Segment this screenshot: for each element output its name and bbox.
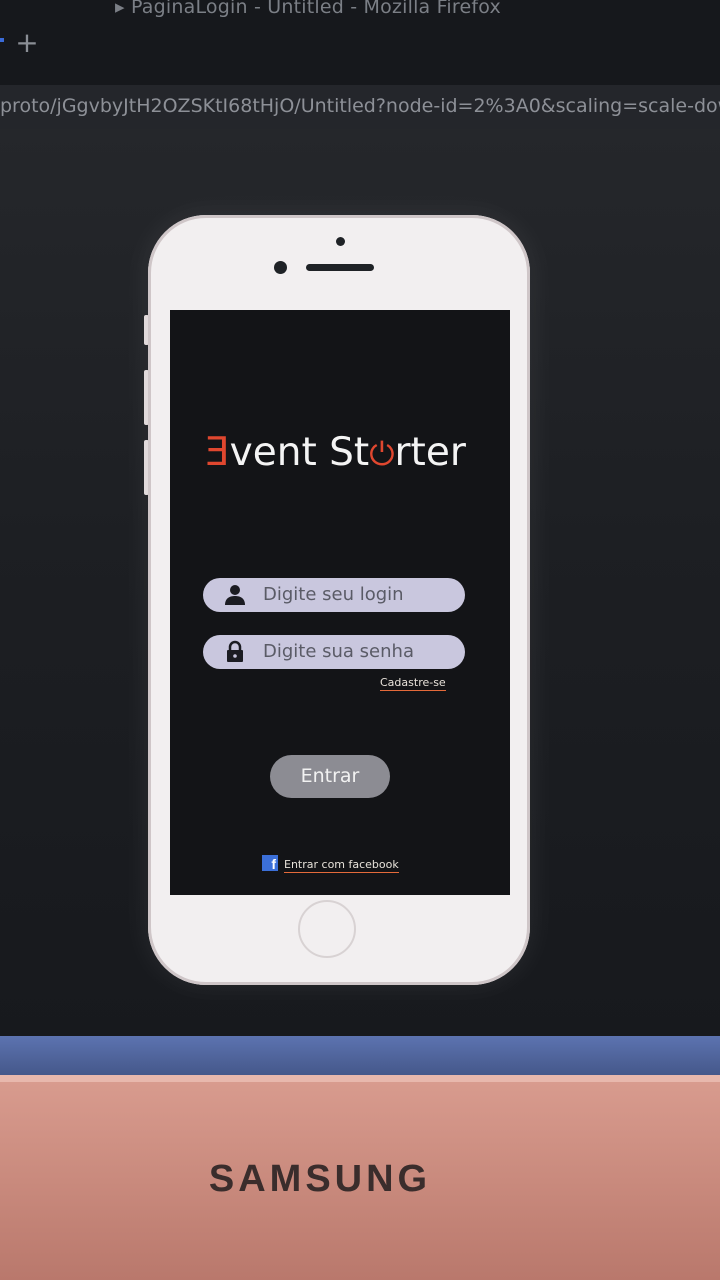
facebook-icon: f <box>262 855 278 872</box>
logo-text-part1: vent St <box>229 430 370 475</box>
browser-titlebar: ▸ PaginaLogin - Untitled - Mozilla Firef… <box>0 0 720 85</box>
phone-earpiece <box>306 264 374 271</box>
tab-indicator <box>0 38 4 42</box>
user-icon <box>225 585 245 605</box>
facebook-login-link[interactable]: f Entrar com facebook <box>262 855 402 877</box>
laptop-brand-logo: SAMSUNG <box>208 1158 432 1200</box>
password-placeholder: Digite sua senha <box>263 641 414 662</box>
facebook-link-label: Entrar com facebook <box>284 858 399 873</box>
phone-home-button <box>298 900 356 958</box>
phone-front-camera <box>274 261 287 274</box>
logo-text-part2: rter <box>394 430 466 475</box>
signup-link[interactable]: Cadastre-se <box>380 676 446 691</box>
login-placeholder: Digite seu login <box>263 584 404 605</box>
password-input[interactable]: Digite sua senha <box>203 635 465 669</box>
address-bar-url[interactable]: proto/jGgvbyJtH2OZSKtI68tHjO/Untitled?no… <box>0 95 720 117</box>
lock-icon <box>227 640 243 662</box>
window-title: ▸ PaginaLogin - Untitled - Mozilla Firef… <box>115 0 501 18</box>
power-icon: ⏻ <box>369 435 395 473</box>
enter-button[interactable]: Entrar <box>270 755 390 798</box>
logo-first-letter: Ǝ <box>205 430 230 475</box>
app-logo: Ǝvent St⏻rter <box>205 430 480 480</box>
login-input[interactable]: Digite seu login <box>203 578 465 612</box>
phone-sensor <box>336 237 345 246</box>
address-bar[interactable]: proto/jGgvbyJtH2OZSKtI68tHjO/Untitled?no… <box>0 85 720 129</box>
new-tab-button[interactable]: + <box>14 29 40 57</box>
